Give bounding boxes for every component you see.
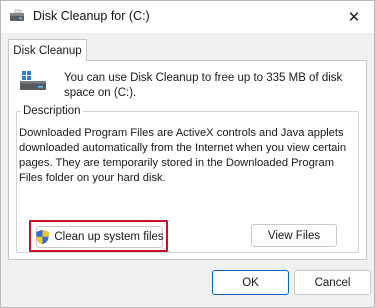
description-label: Description <box>21 104 83 118</box>
disk-cleanup-window: Disk Cleanup for (C:) ✕ Disk Cleanup You… <box>0 0 375 308</box>
disk-cleanup-icon <box>9 9 25 23</box>
close-button[interactable]: ✕ <box>334 1 374 33</box>
close-icon: ✕ <box>347 9 361 26</box>
tab-panel: You can use Disk Cleanup to free up to 3… <box>8 60 367 260</box>
description-text: Downloaded Program Files are ActiveX con… <box>19 127 347 184</box>
ok-button[interactable]: OK <box>212 270 289 295</box>
intro-text: You can use Disk Cleanup to free up to 3… <box>64 72 343 99</box>
clean-up-system-files-button[interactable]: Clean up system files <box>35 226 164 248</box>
window-title: Disk Cleanup for (C:) <box>33 9 150 23</box>
drive-icon <box>19 69 47 91</box>
cancel-button[interactable]: Cancel <box>294 270 371 295</box>
title-bar: Disk Cleanup for (C:) ✕ <box>1 1 374 33</box>
clean-up-system-files-label: Clean up system files <box>54 231 164 243</box>
view-files-button[interactable]: View Files <box>251 224 337 247</box>
tab-disk-cleanup[interactable]: Disk Cleanup <box>8 39 87 61</box>
highlight-box: Clean up system files <box>29 220 168 252</box>
uac-shield-icon <box>35 229 50 245</box>
